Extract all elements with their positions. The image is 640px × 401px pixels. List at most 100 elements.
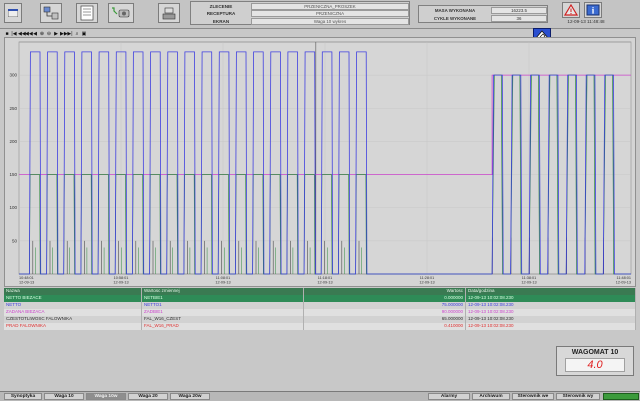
table-row[interactable]: NETTO BIEZACE NETBIE1 0.000000 12-09-13 10:… (4, 295, 636, 302)
y-tick-label: 250 (9, 106, 17, 111)
tab-synoptyka[interactable]: Synoptyka (4, 393, 42, 400)
table-row-cell-2: 0.000000 (304, 295, 466, 302)
tab-archiwum[interactable]: Archiwum (472, 393, 510, 400)
chart-toolbar: ■ |◀ ◀◀ ◀◀ ◀ ⊕ ⊖ ▶ ▶▶ ▶| ⌕ ▣ (4, 30, 87, 37)
chart-tool-11[interactable]: ▣ (81, 31, 87, 37)
mass-done-label: MASA WYKONANA (434, 8, 476, 13)
tab-waga-20[interactable]: Waga 20 (128, 393, 168, 400)
table-row-cell-3: 12-09-13 10:02:08.230 (466, 295, 636, 302)
production-counters-panel: MASA WYKONANA 16223.5 CYKLE WYKONANE 36 (418, 5, 548, 23)
wagomat-value: 4.0 (565, 358, 625, 372)
tab-waga-10[interactable]: Waga 10 (44, 393, 84, 400)
chart-tool-10[interactable]: ⌕ (74, 31, 80, 37)
chart-tool-1[interactable]: |◀ (11, 31, 17, 37)
chart-tool-6[interactable]: ⊖ (46, 31, 52, 37)
order-info-panel: ZLECENIE PRZENICZNA_PROSZEK RECEPTURA PR… (190, 1, 410, 25)
table-row[interactable]: PRAD FALOWNIKA FAL_W16_PRAD 0.410000 12-09-… (4, 323, 636, 330)
y-tick-label: 200 (9, 139, 17, 144)
table-row-cell-1: NETTO1 (142, 302, 304, 309)
table-row-cell-0: NETTO BIEZACE (4, 295, 142, 302)
x-tick-date: 12-09-13 (215, 281, 230, 285)
table-row-cell-3: 12-09-13 10:02:08.230 (466, 309, 636, 316)
x-tick-time: 10:48:01 (19, 276, 34, 280)
table-row-cell-3: 12-09-13 10:02:08.230 (466, 323, 636, 330)
pen-values-table: Nazwa Wartosc zmiennej Wartosc Data/godzina… (4, 288, 636, 336)
table-row-cell-1: ZADBIE1 (142, 309, 304, 316)
mass-done-value: 16223.5 (491, 7, 547, 14)
valve-icon (112, 7, 130, 18)
current-datetime: 12-09-13 11:48:48 (567, 19, 605, 24)
table-header[interactable]: Nazwa Wartosc zmiennej Wartosc Data/godzina (4, 288, 636, 295)
table-row[interactable]: NETTO NETTO1 75.000000 12-09-13 10:02:08.23… (4, 302, 636, 309)
tab-waga-20w[interactable]: Waga 20w (170, 393, 210, 400)
table-row-cell-1: FAL_W16_PRAD (142, 323, 304, 330)
info-icon: i (586, 4, 600, 16)
trend-chart[interactable]: 300 250 200 150 100 50 10:48:01 12-09-13 10:58:0… (4, 37, 636, 287)
table-row[interactable]: ZADANA BIEZACA ZADBIE1 90.000000 12-09-13 1… (4, 309, 636, 316)
chart-tool-8[interactable]: ▶▶ (60, 31, 68, 37)
info-button[interactable]: i (584, 2, 602, 18)
chart-tool-4[interactable]: ◀ (32, 31, 38, 37)
table-row-cell-0: PRAD FALOWNIKA (4, 323, 142, 330)
scale-button[interactable] (158, 3, 180, 23)
tab-waga-10w[interactable]: Waga 10w (86, 393, 126, 400)
x-tick-date: 12-09-13 (616, 281, 631, 285)
y-tick-label: 50 (12, 238, 18, 243)
table-row-cell-1: NETBIE1 (142, 295, 304, 302)
status-indicator (603, 393, 639, 400)
process-icon (43, 6, 59, 20)
y-tick-label: 100 (9, 205, 17, 210)
x-tick-time: 11:18:01 (318, 276, 333, 280)
cycles-done-value: 36 (491, 15, 547, 22)
x-tick-date: 12-09-13 (419, 281, 434, 285)
tab-sterownik-we[interactable]: Sterownik we (512, 393, 554, 400)
chart-tool-7[interactable]: ▶ (53, 31, 59, 37)
x-tick-time: 11:38:01 (522, 276, 537, 280)
recipe-value: PRZENICZNA (251, 10, 409, 17)
tab-sterownik-wy[interactable]: Sterownik wy (556, 393, 600, 400)
chart-tool-3[interactable]: ◀◀ (25, 31, 33, 37)
x-tick-time: 11:48:01 (617, 276, 632, 280)
x-tick-time: 11:28:01 (420, 276, 435, 280)
screen-label: EKRAN (212, 18, 230, 24)
order-value: PRZENICZNA_PROSZEK (251, 2, 409, 10)
x-tick-time: 10:58:01 (114, 276, 129, 280)
table-row-cell-2: 90.000000 (304, 309, 466, 316)
table-header-cell-1: Wartosc zmiennej (142, 288, 304, 295)
process-view-button[interactable] (40, 3, 62, 23)
chart-tool-0[interactable]: ■ (4, 31, 10, 37)
alarm-button[interactable] (562, 2, 580, 18)
table-header-cell-2: Wartosc (304, 288, 466, 295)
table-row-cell-2: 0.410000 (304, 323, 466, 330)
y-tick-label: 300 (9, 73, 17, 78)
report-button[interactable] (76, 3, 98, 23)
table-row-cell-0: CZESTOTLIWOSC FALOWNIKA (4, 316, 142, 323)
x-tick-date: 12-09-13 (317, 281, 332, 285)
table-row-cell-3: 12-09-13 10:02:08.230 (466, 302, 636, 309)
scale-icon (162, 7, 176, 20)
chart-tool-9[interactable]: ▶| (67, 31, 73, 37)
recipe-label: RECEPTURA (206, 11, 236, 16)
chart-tool-2[interactable]: ◀◀ (18, 31, 26, 37)
window-menu-button[interactable] (4, 3, 22, 23)
wagomat-title: WAGOMAT 10 (571, 349, 619, 356)
x-tick-date: 12-09-13 (521, 281, 536, 285)
chart-tool-5[interactable]: ⊕ (39, 31, 45, 37)
top-toolbar: ZLECENIE PRZENICZNA_PROSZEK RECEPTURA PR… (0, 0, 640, 29)
table-row-cell-3: 12-09-13 10:02:08.230 (466, 316, 636, 323)
window-icon (8, 9, 18, 17)
table-row-cell-0: NETTO (4, 302, 142, 309)
table-row-cell-2: 75.000000 (304, 302, 466, 309)
warning-icon (564, 4, 578, 16)
screen-value: Waga 10 wykres (251, 17, 409, 25)
x-tick-date: 12-09-13 (19, 281, 34, 285)
tab-alarmy[interactable]: Alarmy (428, 393, 470, 400)
valve-button[interactable] (108, 3, 134, 23)
table-row-cell-1: FAL_W16_CZEST (142, 316, 304, 323)
table-header-cell-3: Data/godzina (466, 288, 636, 295)
table-row[interactable]: CZESTOTLIWOSC FALOWNIKA FAL_W16_CZEST 65.0… (4, 316, 636, 323)
x-tick-time: 11:08:01 (216, 276, 231, 280)
cycles-done-label: CYKLE WYKONANE (433, 16, 477, 21)
table-row-cell-2: 65.000000 (304, 316, 466, 323)
document-icon (80, 5, 94, 21)
